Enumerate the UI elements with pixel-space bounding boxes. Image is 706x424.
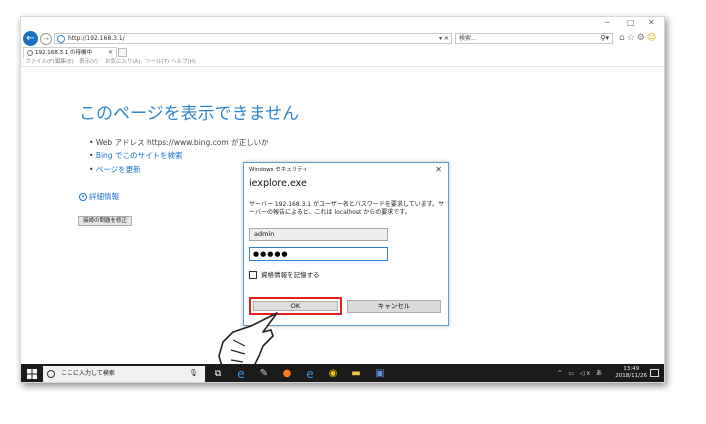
username-field[interactable]: admin [249,228,388,241]
expand-circle-icon: ▾ [79,193,87,201]
home-icon[interactable]: ⌂ [619,33,627,43]
menu-favorites[interactable]: お気に入り(A) [105,59,141,66]
bing-search-link[interactable]: Bing でこのサイトを検索 [96,151,183,160]
minimize-icon[interactable]: ─ [605,18,610,28]
more-info-text: 詳細情報 [89,192,119,201]
remember-credentials[interactable]: 資格情報を記憶する [249,271,320,280]
taskbar-search-placeholder: ここに入力して検索 [61,370,115,377]
tab-active[interactable]: 192.168.3.1 の待機中 ✕ [23,47,117,58]
menu-edit[interactable]: 編集(E) [55,59,74,66]
maximize-icon[interactable]: □ [627,18,635,28]
address-bar[interactable]: http://192.168.3.1/ ▾ ✕ [54,33,452,44]
cancel-button[interactable]: キャンセル [347,300,441,313]
file-explorer-icon[interactable]: ▬ [349,367,363,381]
chrome-icon[interactable]: ◉ [326,367,340,381]
more-info-link[interactable]: ▾ 詳細情報 [79,192,119,202]
clock-date: 2018/11/26 [615,373,647,379]
powershell-icon[interactable]: ▣ [373,367,387,381]
close-icon[interactable]: ✕ [648,18,655,28]
edge-icon[interactable]: e [234,367,248,381]
tab-close-icon[interactable]: ✕ [108,49,113,57]
toolbar-icons[interactable]: ⌂☆⚙☺ [619,33,658,43]
cortana-icon [47,370,55,378]
tab-title: 192.168.3.1 の待機中 [35,50,92,56]
menu-view[interactable]: 表示(V) [79,59,98,66]
ie-window: ─ □ ✕ ← → http://192.168.3.1/ ▾ ✕ 検索... … [20,16,665,383]
remember-checkbox[interactable] [249,271,257,279]
bullet-check-address-text: Web アドレス https://www.bing.com が正しいか [95,138,269,147]
clock-time: 13:49 [623,366,640,372]
menu-bar: ファイル(F) 編集(E) 表示(V) お気に入り(A) ツール(T) ヘルプ(… [21,58,664,67]
taskbar-search-box[interactable]: ここに入力して検索 🎙 [43,366,205,382]
search-placeholder: 検索... [459,35,477,42]
tab-row: 192.168.3.1 の待機中 ✕ [21,47,664,58]
error-title: このページを表示できません [79,104,300,124]
notification-icon[interactable] [650,369,659,377]
forward-button[interactable]: → [40,33,52,45]
address-url: http://192.168.3.1/ [68,35,125,42]
dialog-close-icon[interactable]: ✕ [435,165,442,174]
task-view-icon[interactable]: ⧉ [211,367,225,381]
search-box[interactable]: 検索... ⚲▾ [455,33,613,44]
system-tray-icons[interactable]: ^ ▭ ◁x あ [557,369,604,378]
ie-icon [57,35,65,43]
bullet-refresh: • ページを更新 [89,165,141,174]
menu-tools[interactable]: ツール(T) [145,59,169,66]
navigation-bar: ← → http://192.168.3.1/ ▾ ✕ 検索... ⚲▾ ⌂☆⚙… [21,30,664,47]
favorites-star-icon[interactable]: ☆ [627,33,637,43]
windows-security-dialog: Windows セキュリティ ✕ iexplore.exe サーバー 192.1… [243,162,449,326]
dialog-app-name: iexplore.exe [249,178,307,189]
menu-help[interactable]: ヘルプ(H) [171,59,196,66]
bullet-check-address: • Web アドレス https://www.bing.com が正しいか [89,138,269,147]
firefox-icon[interactable]: ● [280,367,294,381]
remember-label: 資格情報を記憶する [261,271,320,279]
back-button[interactable]: ← [23,31,38,46]
dialog-message: サーバー 192.168.3.1 がユーザー名とパスワードを要求しています。サー… [249,201,445,216]
bullet-bing-search: • Bing でこのサイトを検索 [89,151,183,160]
taskbar-clock[interactable]: 13:49 2018/11/26 [615,366,647,380]
dialog-title: Windows セキュリティ [249,167,308,173]
search-icon[interactable]: ⚲▾ [600,34,609,43]
ie-taskbar-icon[interactable]: e [303,367,317,381]
title-bar: ─ □ ✕ [21,17,664,30]
microphone-icon[interactable]: 🎙 [189,369,198,378]
menu-file[interactable]: ファイル(F) [25,59,54,66]
app-bird-icon[interactable]: ✎ [257,367,271,381]
taskbar: ここに入力して検索 🎙 ⧉ e ✎ ● e ◉ ▬ ▣ ^ ▭ ◁x あ 13:… [21,364,664,382]
address-tools-icons[interactable]: ▾ ✕ [439,34,449,43]
smiley-icon[interactable]: ☺ [647,33,658,43]
password-field[interactable]: ●●●●● [249,247,388,261]
page-content: このページを表示できません • Web アドレス https://www.bin… [21,68,664,382]
gear-icon[interactable]: ⚙ [637,33,647,43]
new-tab-button[interactable] [118,48,127,57]
windows-start-icon[interactable] [27,369,37,379]
refresh-link[interactable]: ページを更新 [96,165,141,174]
fix-connection-button[interactable]: 接続の問題を修正 [78,216,132,226]
loading-icon [27,50,33,56]
